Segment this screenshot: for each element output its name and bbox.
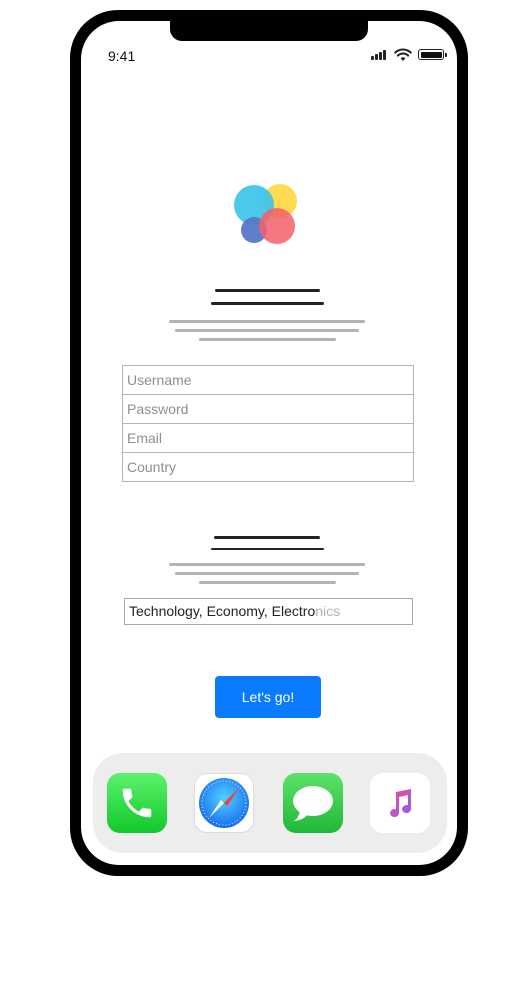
title-line [211,302,324,305]
username-input[interactable] [127,372,413,388]
section-subtitle-line [199,581,336,584]
app-logo [233,184,299,246]
cellular-signal-icon [371,50,391,60]
section-subtitle-line [175,572,359,575]
screen: 9:41 Username Email Country Technology, … [81,21,457,865]
password-field[interactable] [123,394,413,423]
section-title-line [214,536,320,539]
safari-icon[interactable] [194,773,254,833]
password-input[interactable] [127,401,413,417]
subtitle-line [169,320,365,323]
music-icon[interactable] [370,773,430,833]
section-subtitle-line [169,563,365,566]
messages-icon[interactable] [283,773,343,833]
dock [93,753,447,853]
phone-frame: 9:41 Username Email Country Technology, … [70,10,468,876]
wifi-icon [394,48,412,61]
interests-typed-text: Technology, Economy, Electro [129,603,316,619]
subtitle-line [199,338,336,341]
lets-go-button[interactable]: Let's go! [215,676,321,718]
battery-icon [418,49,447,60]
section-title-line [211,548,324,550]
subtitle-line [175,329,359,332]
username-field[interactable] [123,366,413,394]
interests-input[interactable]: Technology, Economy, Electronics [124,598,413,625]
title-line [215,289,320,292]
phone-icon[interactable] [107,773,167,833]
signup-form [122,365,414,482]
email-field[interactable] [123,423,413,452]
country-field[interactable] [123,452,413,481]
notch [170,21,368,41]
email-input[interactable] [127,430,413,446]
country-input[interactable] [127,459,413,475]
status-time: 9:41 [108,48,136,64]
interests-autocomplete: nics [315,603,341,619]
